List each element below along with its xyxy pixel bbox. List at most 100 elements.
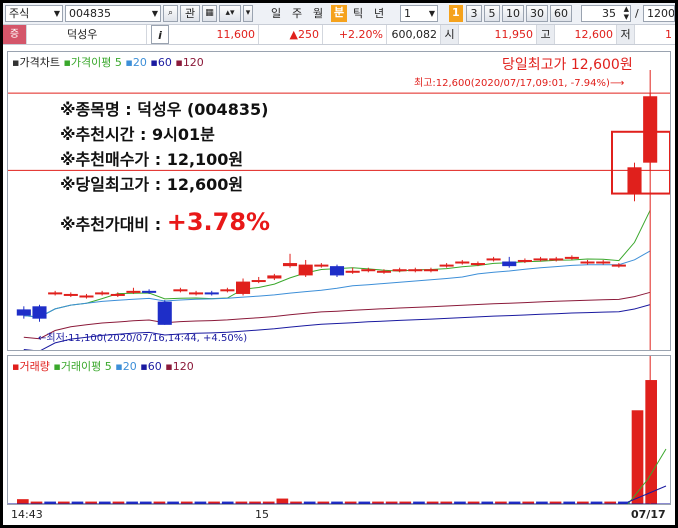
volume-bar bbox=[645, 380, 657, 504]
stepper-icon: ▲ ▼ bbox=[623, 5, 629, 21]
overlay-line-buy: ※추천매수가 : 12,100원 bbox=[60, 150, 244, 169]
overlay-ratio-label: ※추천가대비 : bbox=[60, 215, 162, 234]
overlay-ratio-value: +3.78% bbox=[166, 208, 271, 236]
overlay-line-ratio: ※추천가대비 : +3.78% bbox=[60, 208, 270, 236]
volume-bar bbox=[17, 499, 29, 504]
annotation-title: 당일최고가 12,600원 bbox=[502, 57, 633, 73]
interval-30[interactable]: 30 bbox=[526, 5, 548, 22]
xaxis-label-start: 14:43 bbox=[11, 508, 43, 521]
candle-body bbox=[204, 292, 219, 295]
candle-body bbox=[48, 292, 63, 295]
candle-body bbox=[126, 290, 141, 293]
period-minute[interactable]: 분 bbox=[331, 5, 348, 22]
info-button[interactable]: i bbox=[151, 25, 169, 44]
gwan-button[interactable]: 관 bbox=[180, 5, 200, 22]
period-day[interactable]: 일 bbox=[271, 6, 281, 21]
period-year[interactable]: 년 bbox=[374, 6, 384, 21]
interval-10[interactable]: 10 bbox=[502, 5, 524, 22]
count-stepper[interactable]: 35 ▲ ▼ bbox=[581, 5, 631, 22]
candle-body bbox=[408, 269, 423, 272]
interval-5[interactable]: 5 bbox=[484, 5, 500, 22]
market-select-value: 주식 bbox=[9, 7, 30, 20]
candle-body bbox=[16, 309, 31, 316]
code-input[interactable]: 004835 ▼ bbox=[65, 5, 161, 22]
candle-body bbox=[423, 269, 438, 272]
candle-body bbox=[32, 306, 47, 319]
period-tick[interactable]: 틱 bbox=[353, 6, 363, 21]
candle-body bbox=[110, 293, 125, 296]
volume-chart-panel[interactable]: ▪거래량 ▪거래이평 5 ▪20 ▪60 ▪120 bbox=[7, 355, 671, 505]
chevron-down-icon[interactable]: ▾ bbox=[243, 5, 253, 22]
high-price: 12,600 bbox=[555, 25, 617, 44]
candle-body bbox=[282, 263, 298, 267]
candle-body bbox=[142, 290, 157, 293]
chart-window: 주식 ▼ 004835 ▼ ⌕ 관 ▦ ▴▾ ▾ 일 주 월 분 틱 년 1 ▼ 1 … bbox=[3, 3, 675, 525]
price-change: ▲250 bbox=[259, 25, 323, 44]
toolbar: 주식 ▼ 004835 ▼ ⌕ 관 ▦ ▴▾ ▾ 일 주 월 분 틱 년 1 ▼ 1 … bbox=[3, 3, 675, 25]
candle-body bbox=[189, 292, 204, 295]
interval-badge[interactable]: 1 bbox=[449, 5, 463, 22]
chevron-down-icon: ▼ bbox=[428, 9, 435, 18]
high-label: 고 bbox=[537, 25, 555, 44]
market-badge: 증 bbox=[3, 25, 27, 44]
candle-body bbox=[157, 301, 172, 325]
change-percent: +2.20% bbox=[323, 25, 387, 44]
price-chart-panel[interactable]: ▪가격차트 ▪가격이평 5 ▪20 ▪60 ▪120 당일최고가 12,600원… bbox=[7, 51, 671, 351]
high-marker: 최고:12,600(2020/07/17,09:01, -7.94%)⟶ bbox=[414, 74, 624, 89]
low-price: 1 bbox=[665, 28, 672, 41]
max-input[interactable]: 1200 bbox=[643, 5, 675, 22]
period-week[interactable]: 주 bbox=[292, 6, 302, 21]
interval-60[interactable]: 60 bbox=[550, 5, 572, 22]
volume-chart bbox=[8, 356, 670, 504]
high-marker-text: 최고:12,600(2020/07/17,09:01, -7.94%) bbox=[414, 78, 610, 89]
candle-body bbox=[533, 258, 548, 261]
candle-body bbox=[173, 289, 188, 292]
candle-body bbox=[486, 258, 501, 261]
low-marker-text: 최저:11,100(2020/07/16,14:44, +4.50%) bbox=[46, 333, 248, 344]
candle-body bbox=[596, 261, 611, 264]
candle-body bbox=[220, 289, 235, 292]
interval-3[interactable]: 3 bbox=[466, 5, 482, 22]
candle-body bbox=[63, 293, 78, 296]
overlay-line-time: ※추천시간 : 9시01분 bbox=[60, 125, 215, 144]
market-select[interactable]: 주식 ▼ bbox=[5, 5, 63, 22]
candle-body bbox=[580, 261, 595, 264]
xaxis-label-mid: 15 bbox=[255, 508, 269, 521]
volume-bar bbox=[631, 410, 644, 504]
candle-body bbox=[392, 269, 407, 272]
chevron-down-icon: ▼ bbox=[151, 9, 158, 18]
candle-body bbox=[329, 266, 345, 276]
candle-body bbox=[439, 264, 454, 267]
chevron-down-icon: ▼ bbox=[53, 9, 60, 18]
period-month[interactable]: 월 bbox=[313, 6, 323, 21]
code-input-value: 004835 bbox=[69, 7, 111, 20]
current-price: 11,600 bbox=[173, 25, 259, 44]
search-icon[interactable]: ⌕ bbox=[163, 5, 178, 22]
open-price: 11,950 bbox=[459, 25, 537, 44]
quote-row: 증 덕성우 i 11,600 ▲250 +2.20% 600,082 시 11,… bbox=[3, 25, 675, 45]
candle-body bbox=[627, 167, 642, 194]
grid-icon[interactable]: ▦ bbox=[202, 5, 217, 22]
volume-bar bbox=[276, 498, 289, 504]
candle-body bbox=[455, 261, 470, 264]
overlay-line-name: ※종목명 : 덕성우 (004835) bbox=[60, 100, 269, 119]
candle-body bbox=[517, 259, 532, 262]
candle-body bbox=[549, 258, 564, 261]
stepper-icon[interactable]: ▴▾ bbox=[219, 5, 241, 22]
volume-value: 600,082 bbox=[387, 25, 441, 44]
interval-select-value: 1 bbox=[404, 7, 411, 20]
count-stepper-value: 35 bbox=[602, 7, 616, 20]
open-label: 시 bbox=[441, 25, 459, 44]
count-separator: / bbox=[635, 7, 639, 20]
candle-body bbox=[314, 264, 329, 267]
stock-name: 덕성우 bbox=[27, 25, 147, 44]
candle-body bbox=[95, 292, 110, 295]
candle-body bbox=[345, 270, 360, 273]
candle-body bbox=[564, 256, 579, 259]
interval-select[interactable]: 1 ▼ bbox=[400, 5, 438, 22]
candle-body bbox=[376, 270, 392, 273]
candle-body bbox=[267, 275, 282, 279]
candle-body bbox=[79, 295, 94, 298]
candle-body bbox=[611, 264, 626, 267]
candle-body bbox=[361, 269, 376, 272]
